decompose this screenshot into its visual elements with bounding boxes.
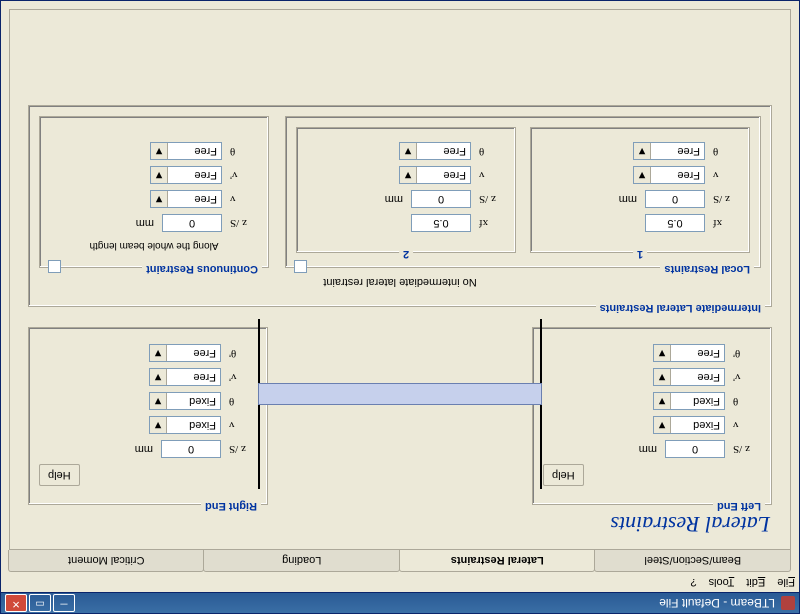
local2-zs-input[interactable] bbox=[411, 190, 471, 208]
local1-th-label: θ bbox=[713, 145, 741, 157]
right-thp-label: θ' bbox=[229, 347, 257, 359]
maximize-button[interactable]: ▭ bbox=[29, 594, 51, 612]
right-thp-combo[interactable]: Free▼ bbox=[149, 344, 221, 362]
local-col-2: 2 xf z /Smm vFree▼ θFree▼ bbox=[296, 127, 516, 253]
chevron-down-icon: ▼ bbox=[151, 167, 168, 183]
right-vp-label: v' bbox=[229, 371, 257, 383]
continuous-restraint-legend: Continuous Restraint bbox=[142, 263, 262, 275]
tab-lateral-restraints[interactable]: Lateral Restraints bbox=[399, 550, 596, 572]
local-col-1-legend: 1 bbox=[633, 248, 647, 260]
local2-v-label: v bbox=[479, 169, 507, 181]
intermediate-legend: Intermediate Lateral Restraints bbox=[596, 302, 765, 314]
tab-bar: Beam/Section/Steel Lateral Restraints Lo… bbox=[1, 550, 799, 572]
minimize-button[interactable]: ─ bbox=[53, 594, 75, 612]
app-icon bbox=[781, 596, 795, 610]
right-end-legend: Right End bbox=[201, 500, 261, 512]
cont-zs-input[interactable] bbox=[162, 214, 222, 232]
local1-th-combo[interactable]: Free▼ bbox=[633, 142, 705, 160]
menu-tools[interactable]: Tools bbox=[709, 576, 735, 588]
cont-zs-unit: mm bbox=[136, 217, 154, 229]
local1-v-label: v bbox=[713, 169, 741, 181]
page-title: Lateral Restraints bbox=[28, 511, 770, 537]
left-thp-label: θ' bbox=[733, 347, 761, 359]
continuous-restraint-group: Continuous Restraint Along the whole bea… bbox=[39, 116, 269, 268]
chevron-down-icon: ▼ bbox=[634, 167, 651, 183]
local2-xf-input[interactable] bbox=[411, 214, 471, 232]
menu-bar: File Edit Tools ? bbox=[0, 572, 800, 592]
cont-v-label: v bbox=[230, 193, 258, 205]
local-restraints-checkbox[interactable] bbox=[294, 260, 307, 273]
left-vp-combo[interactable]: Free▼ bbox=[653, 368, 725, 386]
continuous-restraint-checkbox[interactable] bbox=[48, 260, 61, 273]
right-vp-combo[interactable]: Free▼ bbox=[149, 368, 221, 386]
local2-th-label: θ bbox=[479, 145, 507, 157]
local1-zs-unit: mm bbox=[619, 193, 637, 205]
menu-file[interactable]: File bbox=[777, 576, 795, 588]
tab-beam-section-steel[interactable]: Beam/Section/Steel bbox=[595, 550, 792, 572]
local1-xf-input[interactable] bbox=[645, 214, 705, 232]
left-thp-combo[interactable]: Free▼ bbox=[653, 344, 725, 362]
cont-th-label: θ bbox=[230, 145, 258, 157]
local2-zs-label: z /S bbox=[479, 193, 507, 205]
left-vp-label: v' bbox=[733, 371, 761, 383]
chevron-down-icon: ▼ bbox=[634, 143, 651, 159]
content-panel: Lateral Restraints Left End Help z /S mm bbox=[9, 9, 791, 550]
chevron-down-icon: ▼ bbox=[654, 345, 671, 361]
cont-th-combo[interactable]: Free▼ bbox=[150, 142, 222, 160]
local-col-1: 1 xf z /Smm vFree▼ θFree▼ bbox=[530, 127, 750, 253]
intermediate-group: Intermediate Lateral Restraints No inter… bbox=[28, 105, 772, 307]
local-restraints-group: Local Restraints 1 xf z /Smm vFree▼ θFre… bbox=[285, 116, 761, 268]
local2-th-combo[interactable]: Free▼ bbox=[399, 142, 471, 160]
chevron-down-icon: ▼ bbox=[654, 369, 671, 385]
local1-v-combo[interactable]: Free▼ bbox=[633, 166, 705, 184]
local1-zs-label: z /S bbox=[713, 193, 741, 205]
chevron-down-icon: ▼ bbox=[150, 345, 167, 361]
menu-help[interactable]: ? bbox=[690, 576, 696, 588]
close-button[interactable]: ✕ bbox=[5, 594, 27, 612]
beam-diagram bbox=[10, 389, 790, 489]
cont-zs-label: z /S bbox=[230, 217, 258, 229]
left-end-legend: Left End bbox=[713, 500, 765, 512]
chevron-down-icon: ▼ bbox=[150, 369, 167, 385]
local2-v-combo[interactable]: Free▼ bbox=[399, 166, 471, 184]
chevron-down-icon: ▼ bbox=[151, 191, 168, 207]
chevron-down-icon: ▼ bbox=[151, 143, 168, 159]
local1-zs-input[interactable] bbox=[645, 190, 705, 208]
cont-vp-label: v' bbox=[230, 169, 258, 181]
cont-v-combo[interactable]: Free▼ bbox=[150, 190, 222, 208]
cont-vp-combo[interactable]: Free▼ bbox=[150, 166, 222, 184]
menu-edit[interactable]: Edit bbox=[746, 576, 765, 588]
chevron-down-icon: ▼ bbox=[400, 167, 417, 183]
local-col-2-legend: 2 bbox=[399, 248, 413, 260]
tab-critical-moment[interactable]: Critical Moment bbox=[8, 550, 205, 572]
local2-zs-unit: mm bbox=[385, 193, 403, 205]
intermediate-none-text: No intermediate lateral restraint bbox=[39, 276, 761, 288]
local1-xf-label: xf bbox=[713, 217, 741, 229]
window-title: LTBeam - Default File bbox=[659, 596, 775, 610]
continuous-note: Along the whole beam length bbox=[50, 240, 258, 251]
chevron-down-icon: ▼ bbox=[400, 143, 417, 159]
title-bar: LTBeam - Default File ─ ▭ ✕ bbox=[0, 592, 800, 614]
local2-xf-label: xf bbox=[479, 217, 507, 229]
local-restraints-legend: Local Restraints bbox=[660, 263, 754, 275]
tab-loading[interactable]: Loading bbox=[204, 550, 401, 572]
